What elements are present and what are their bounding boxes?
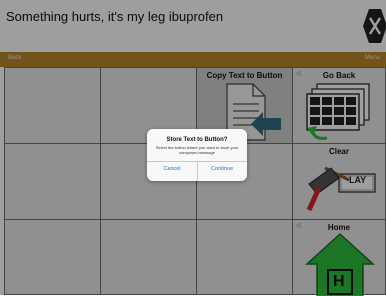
store-text-dialog: Store Text to Button? Select the button … (147, 129, 247, 181)
dialog-message: Select the button where you want to stor… (155, 145, 239, 155)
continue-button[interactable]: Continue (197, 166, 247, 172)
cancel-button[interactable]: Cancel (147, 166, 197, 172)
dialog-title: Store Text to Button? (166, 137, 228, 143)
